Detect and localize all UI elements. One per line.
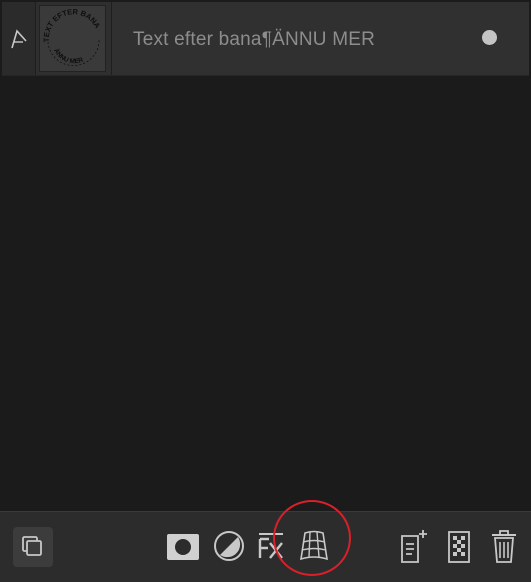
mask-icon xyxy=(167,534,199,560)
layers-panel: TEXT EFTER BANA ÄNNU MER Text efter bana… xyxy=(0,0,531,582)
layer-thumbnail-cell[interactable]: TEXT EFTER BANA ÄNNU MER xyxy=(36,2,112,75)
layer-thumbnail: TEXT EFTER BANA ÄNNU MER xyxy=(39,5,106,72)
visibility-dot-icon[interactable] xyxy=(482,30,497,45)
layers-stack-icon xyxy=(22,536,42,556)
thumbnail-text-bottom: ÄNNU MER xyxy=(52,47,84,65)
path-text-icon xyxy=(11,29,27,49)
warp-mesh-icon xyxy=(300,530,328,561)
trash-icon xyxy=(492,530,516,563)
layer-type-cell[interactable] xyxy=(2,2,36,75)
layers-toolbar xyxy=(0,511,531,582)
svg-text:TEXT EFTER BANA: TEXT EFTER BANA xyxy=(42,7,103,42)
delete-layer-button[interactable] xyxy=(489,526,519,566)
thumbnail-text-top: TEXT EFTER BANA xyxy=(42,7,103,42)
mask-button[interactable] xyxy=(165,529,201,565)
fx-icon xyxy=(258,533,283,559)
layers-list-empty-area xyxy=(2,76,529,510)
fx-button[interactable] xyxy=(256,528,286,564)
add-layer-icon xyxy=(401,530,427,563)
add-layer-button[interactable] xyxy=(398,526,430,566)
layer-row[interactable]: TEXT EFTER BANA ÄNNU MER Text efter bana… xyxy=(2,2,529,76)
layers-stack-button[interactable] xyxy=(13,527,53,567)
layer-name[interactable]: Text efter bana¶ÄNNU MER xyxy=(133,29,375,51)
adjustment-button[interactable] xyxy=(211,528,247,564)
pixel-layer-button[interactable] xyxy=(446,528,472,566)
pixel-layer-icon xyxy=(448,531,470,563)
warp-mesh-button[interactable] xyxy=(296,526,332,566)
svg-text:ÄNNU MER: ÄNNU MER xyxy=(52,47,84,65)
adjustment-icon xyxy=(214,531,244,561)
